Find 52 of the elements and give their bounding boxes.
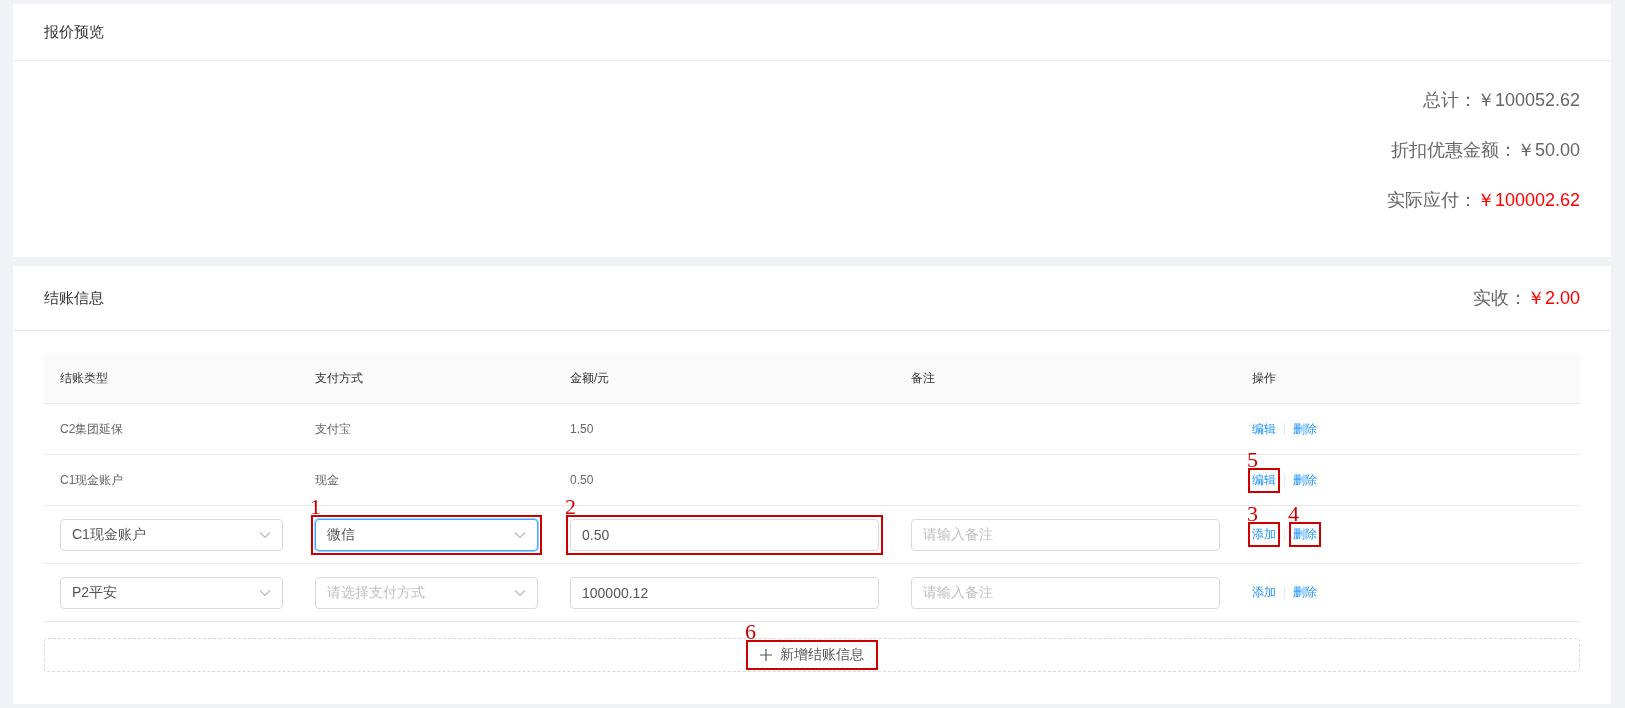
action-link[interactable]: 删除 — [1293, 471, 1317, 489]
annotation-frame — [1248, 522, 1280, 547]
note-field[interactable]: 请输入备注 — [911, 576, 1220, 609]
note-field[interactable]: 请输入备注 — [911, 518, 1220, 551]
action-link[interactable]: 添加 — [1252, 584, 1276, 601]
chevron-down-icon — [259, 530, 271, 539]
total-label: 折扣优惠金额： — [1390, 139, 1517, 161]
column-header: 备注 — [895, 353, 1236, 404]
annotation-number: 4 — [1288, 504, 1299, 524]
amount-field[interactable]: 0.50 — [570, 518, 879, 551]
column-header: 金额/元 — [554, 353, 895, 404]
action-link[interactable]: 删除 — [1293, 584, 1317, 601]
table-cell: 支付宝 — [315, 421, 351, 436]
annotation-frame — [1289, 522, 1321, 547]
annotation-number: 1 — [310, 496, 321, 517]
account-type-select[interactable]: P2平安 — [60, 576, 283, 609]
column-header: 结账类型 — [44, 353, 299, 404]
table-cell: C1现金账户 — [60, 472, 124, 487]
annotation-number: 5 — [1247, 449, 1258, 470]
action-link[interactable]: 添加 — [1252, 527, 1276, 541]
total-label: 总计： — [1422, 89, 1477, 111]
chevron-down-icon — [259, 588, 271, 597]
annotation-number: 2 — [565, 496, 576, 517]
total-value: ￥100052.62 — [1476, 89, 1580, 111]
payment-method-select[interactable]: 请选择支付方式 — [315, 576, 538, 609]
column-header: 操作 — [1236, 353, 1580, 404]
account-type-select[interactable]: C1现金账户 — [60, 518, 283, 551]
received-value: ￥2.00 — [1526, 287, 1580, 310]
panel-title: 报价预览 — [44, 22, 104, 42]
table-cell: 现金 — [315, 472, 339, 487]
table-cell: C2集团延保 — [60, 421, 124, 436]
action-link[interactable]: 编辑 — [1252, 420, 1276, 438]
action-link[interactable]: 删除 — [1293, 527, 1317, 541]
table-cell: 0.50 — [570, 473, 594, 487]
received-label: 实收： — [1472, 287, 1527, 310]
total-label: 实际应付： — [1386, 189, 1477, 211]
action-link[interactable]: 编辑 — [1252, 472, 1276, 487]
annotation-number: 6 — [745, 622, 756, 642]
annotation-number: 3 — [1247, 504, 1258, 524]
add-settlement-button[interactable]: 新增结账信息 — [750, 644, 874, 666]
chevron-down-icon — [514, 530, 526, 539]
table-cell: 1.50 — [570, 422, 594, 436]
amount-field[interactable]: 100000.12 — [570, 576, 879, 609]
total-value: ￥50.00 — [1516, 139, 1580, 161]
action-link[interactable]: 删除 — [1293, 420, 1317, 438]
panel-title: 结账信息 — [44, 288, 104, 308]
total-value: ￥100002.62 — [1476, 189, 1580, 211]
annotation-frame — [1248, 467, 1280, 493]
column-header: 支付方式 — [299, 353, 554, 404]
chevron-down-icon — [514, 588, 526, 597]
payment-method-select[interactable]: 微信 — [315, 518, 538, 551]
plus-icon — [760, 649, 772, 661]
